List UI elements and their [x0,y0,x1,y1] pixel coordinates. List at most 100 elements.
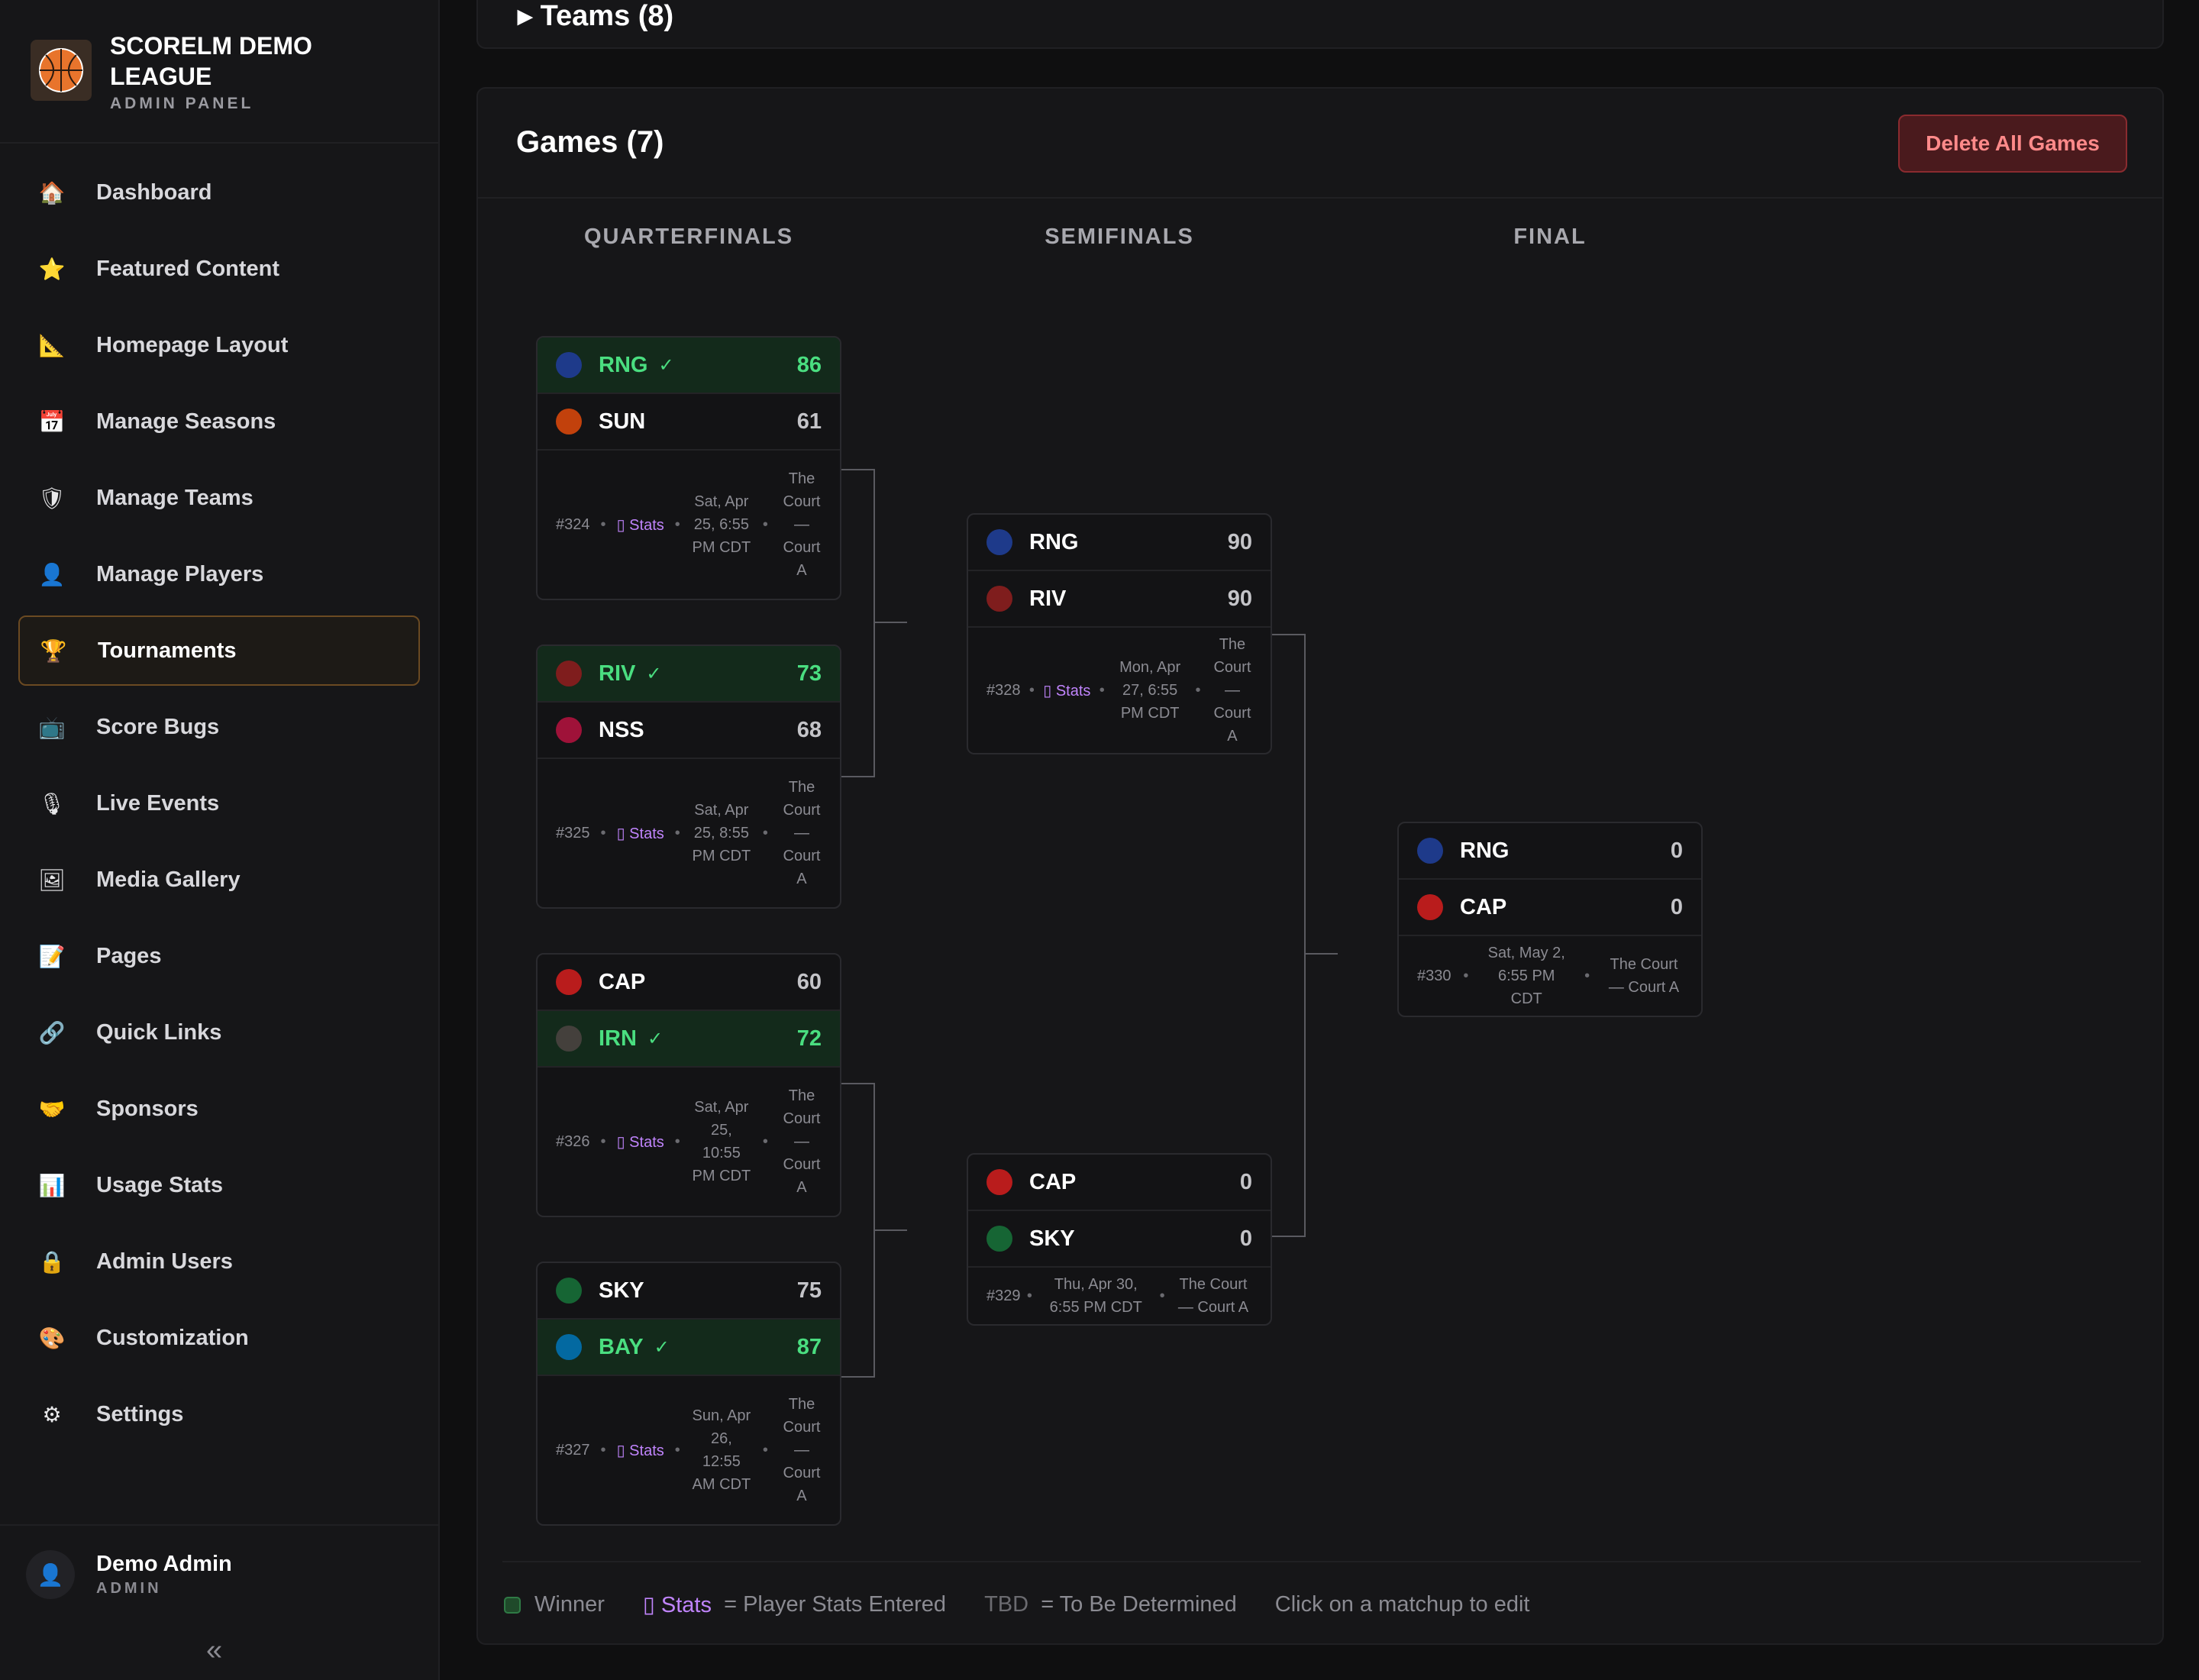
matchup-card[interactable]: RNG 90 RIV 90 #328 • ▯ Stats • Mon, Apr 27… [967,513,1272,754]
team-row: SKY 75 [538,1263,840,1320]
sidebar-item-label: Dashboard [96,179,212,205]
stats-link[interactable]: ▯ Stats [617,824,664,843]
match-venue: The Court — Court A [783,470,821,579]
matchup-card[interactable]: RNG 0 CAP 0 #330 • Sat, May 2, 6:55 PM CD… [1397,822,1703,1017]
sidebar-item-quick-links[interactable]: 🔗 Quick Links [18,997,420,1068]
match-meta: #325 • ▯ Stats • Sat, Apr 25, 8:55 PM CDT •… [538,759,840,907]
sidebar-item-homepage-layout[interactable]: 📐 Homepage Layout [18,310,420,380]
matchup-card[interactable]: RNG ✓ 86 SUN 61 #324 • ▯ Stats • Sat, Apr … [536,336,841,600]
sidebar-item-score-bugs[interactable]: 📺 Score Bugs [18,692,420,762]
user-role: ADMIN [96,1580,162,1597]
team-score: 72 [796,1026,822,1051]
matchup-card[interactable]: CAP 60 IRN ✓ 72 #326 • ▯ Stats • Sat, Apr … [536,953,841,1217]
match-date: Sat, Apr 25, 6:55 PM CDT [692,493,751,556]
team-name: RNG [599,352,648,377]
stats-link[interactable]: ▯ Stats [617,1441,664,1460]
match-id: #326 [556,1132,590,1150]
sidebar-item-featured-content[interactable]: ⭐ Featured Content [18,234,420,304]
legend-stats-desc: = Player Stats Entered [724,1592,947,1617]
collapse-sidebar-icon[interactable]: « [206,1634,222,1667]
sidebar-item-usage-stats[interactable]: 📊 Usage Stats [18,1150,420,1220]
sidebar-item-label: Pages [96,943,162,968]
person-icon: 👤 [38,562,66,586]
match-venue: The Court — Court A [1177,1276,1249,1316]
team-score: 61 [796,409,822,434]
matchup-card[interactable]: SKY 75 BAY ✓ 87 #327 • ▯ Stats • Sun, Apr … [536,1262,841,1526]
team-name: RIV [1029,586,1067,611]
sidebar-item-customization[interactable]: 🎨 Customization [18,1303,420,1373]
sidebar-item-pages[interactable]: 📝 Pages [18,921,420,991]
microphone-icon: 🎙 [38,791,66,816]
lock-icon: 🔒 [38,1249,66,1274]
team-name: CAP [1029,1169,1077,1194]
team-row: NSS 68 [538,703,840,759]
sidebar-item-dashboard[interactable]: 🏠 Dashboard [18,157,420,228]
stats-link[interactable]: ▯ Stats [617,1132,664,1152]
teams-toggle[interactable]: ▸ Teams (8) [518,0,673,33]
sidebar-item-manage-players[interactable]: 👤 Manage Players [18,539,420,609]
team-name: CAP [1460,894,1507,919]
team-score: 87 [796,1334,822,1359]
match-date: Thu, Apr 30, 6:55 PM CDT [1049,1276,1142,1316]
match-venue: The Court — Court A [1213,636,1251,745]
sidebar-item-live-events[interactable]: 🎙 Live Events [18,768,420,838]
sidebar-item-label: Sponsors [96,1096,199,1121]
memo-icon: 📝 [38,944,66,968]
team-logo-icon [986,529,1012,555]
sidebar-item-manage-seasons[interactable]: 📅 Manage Seasons [18,386,420,457]
team-row: RNG 0 [1399,823,1701,880]
winner-swatch [504,1596,521,1614]
teams-panel: ▸ Teams (8) [476,0,2164,49]
sidebar-item-admin-users[interactable]: 🔒 Admin Users [18,1226,420,1297]
team-score: 0 [1670,894,1683,919]
sidebar-item-label: Manage Players [96,561,264,586]
team-logo-icon [986,1226,1012,1252]
team-score: 90 [1227,586,1252,611]
match-date: Sat, Apr 25, 8:55 PM CDT [692,802,751,864]
team-row-winner: RIV ✓ 73 [538,646,840,703]
match-id: #329 [986,1287,1021,1304]
team-score: 75 [796,1278,822,1303]
avatar: 👤 [26,1550,75,1599]
sidebar-item-media-gallery[interactable]: 🖼 Media Gallery [18,845,420,915]
match-date: Mon, Apr 27, 6:55 PM CDT [1119,659,1181,722]
match-meta: #328 • ▯ Stats • Mon, Apr 27, 6:55 PM CDT •… [968,628,1271,753]
brand-subtitle: ADMIN PANEL [110,95,254,112]
sidebar-item-manage-teams[interactable]: 🛡 Manage Teams [18,463,420,533]
team-name: RNG [1460,838,1510,863]
sidebar-item-label: Tournaments [98,638,237,663]
match-venue: The Court — Court A [1608,956,1680,996]
sidebar-item-label: Admin Users [96,1249,233,1274]
person-icon: 👤 [37,1562,64,1587]
calendar-icon: 📅 [38,409,66,434]
delete-all-games-button[interactable]: Delete All Games [1898,115,2127,173]
brand[interactable]: SCORELM DEMO LEAGUE ADMIN PANEL [31,31,412,115]
sidebar-item-settings[interactable]: ⚙ Settings [18,1379,420,1449]
sidebar-item-sponsors[interactable]: 🤝 Sponsors [18,1074,420,1144]
stats-link[interactable]: ▯ Stats [617,515,664,535]
user-name: Demo Admin [96,1552,232,1576]
palette-icon: 🎨 [38,1326,66,1350]
match-id: #325 [556,824,590,842]
team-logo-icon [1417,894,1443,920]
team-logo-icon [1417,838,1443,864]
home-icon: 🏠 [38,180,66,205]
match-meta: #327 • ▯ Stats • Sun, Apr 26, 12:55 AM CDT… [538,1376,840,1524]
check-icon: ✓ [658,354,674,376]
match-venue: The Court — Court A [783,1396,821,1504]
sidebar-item-tournaments[interactable]: 🏆 Tournaments [18,615,420,686]
matchup-card[interactable]: RIV ✓ 73 NSS 68 #325 • ▯ Stats • Sat, Apr … [536,645,841,909]
matchup-card[interactable]: CAP 0 SKY 0 #329 • Thu, Apr 30, 6:55 PM C… [967,1153,1272,1326]
stats-link[interactable]: ▯ Stats [1043,681,1090,700]
team-logo-icon [556,409,582,435]
team-score: 0 [1670,838,1683,863]
handshake-icon: 🤝 [38,1097,66,1121]
match-meta: #326 • ▯ Stats • Sat, Apr 25, 10:55 PM CDT… [538,1068,840,1216]
star-icon: ⭐ [38,257,66,281]
team-name: RNG [1029,529,1079,554]
team-name: SUN [599,409,646,434]
team-logo-icon [556,1026,582,1052]
user-profile[interactable]: 👤 Demo Admin ADMIN [26,1550,232,1599]
bracket-connector [875,1229,907,1231]
team-row: RNG 90 [968,515,1271,571]
